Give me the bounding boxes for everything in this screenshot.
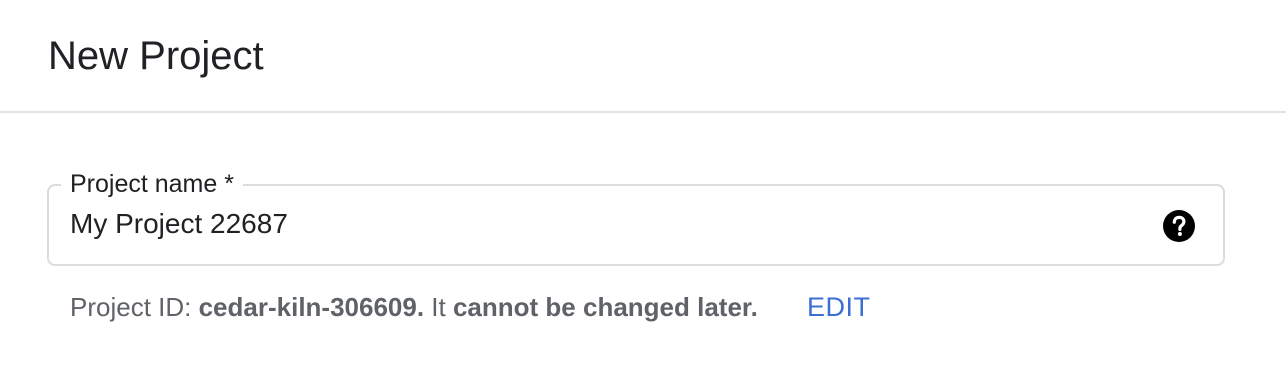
edit-project-id-button[interactable]: EDIT: [807, 290, 871, 324]
project-id-prefix: Project ID:: [70, 292, 199, 322]
project-name-input[interactable]: [70, 204, 1130, 244]
project-id-warning: cannot be changed later.: [452, 292, 758, 322]
page-title: New Project: [48, 34, 264, 78]
new-project-dialog: New Project Project name * Project ID: c…: [0, 0, 1286, 378]
help-circle-icon[interactable]: [1162, 209, 1196, 243]
project-name-field[interactable]: Project name *: [47, 169, 1225, 266]
project-id-hint: Project ID: cedar-kiln-306609. It cannot…: [70, 290, 758, 324]
dialog-header: New Project: [0, 0, 1286, 113]
project-id-value: cedar-kiln-306609.: [198, 292, 425, 322]
project-name-label: Project name *: [61, 169, 243, 199]
project-id-middle: It: [424, 292, 453, 322]
